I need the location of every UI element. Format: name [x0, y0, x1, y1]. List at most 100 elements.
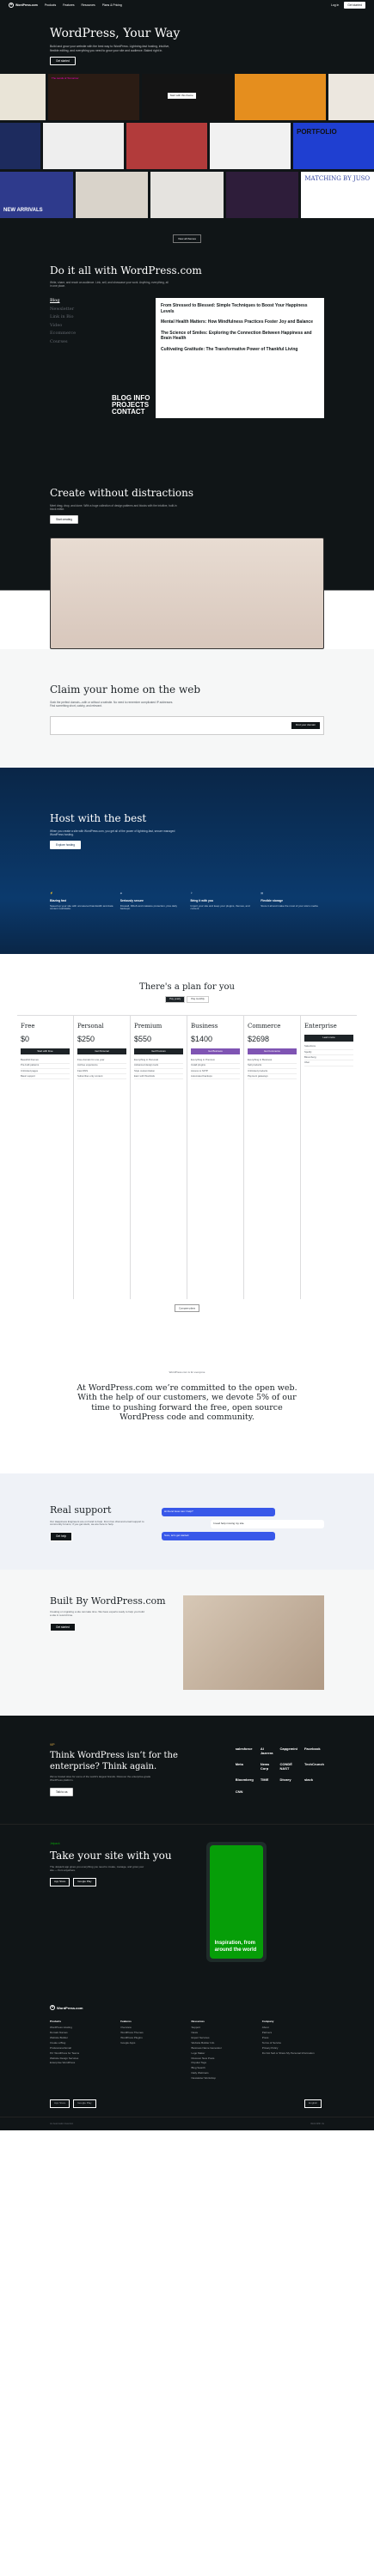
theme-tile[interactable]	[225, 172, 299, 219]
plan-feature: Uber	[304, 1060, 353, 1066]
footer-link[interactable]: Google Apps	[120, 2041, 182, 2045]
theme-tile[interactable]	[328, 74, 374, 121]
footer-column: Resources Support News Expert Services Websi…	[192, 2020, 254, 2082]
footer-link[interactable]: WordPress Hosting	[50, 2026, 112, 2030]
footer-link[interactable]: Domain Names	[50, 2031, 112, 2035]
nav-pricing[interactable]: Plans & Pricing	[102, 3, 122, 7]
tab-blog[interactable]: Blog	[50, 298, 93, 304]
theme-tile[interactable]	[43, 123, 124, 170]
footer-link[interactable]: WordPress Themes	[120, 2031, 182, 2035]
theme-tile[interactable]: PORTFOLIO	[293, 123, 374, 170]
footer-link[interactable]: Do Not Sell or Share My Personal Informa…	[262, 2051, 324, 2056]
view-themes-wrap: View all themes	[0, 229, 374, 254]
brand-logo[interactable]: W WordPress.com	[9, 3, 38, 8]
footer-logo[interactable]: W WordPress.com	[50, 2005, 324, 2011]
footer-link[interactable]: Terms of Service	[262, 2041, 324, 2045]
theme-tile[interactable]: Start with this theme	[141, 74, 233, 121]
jetpack-title: Take your site with you	[50, 1849, 172, 1862]
footer-link[interactable]: Website Builder	[50, 2036, 112, 2040]
footer-link[interactable]: Business Name Generator	[192, 2046, 254, 2050]
footer-link[interactable]: Newsletter Workshop	[192, 2076, 254, 2081]
feature-text: Import your site and keep your plugins, …	[190, 903, 250, 911]
google-play-button[interactable]: Google Play	[73, 1878, 96, 1886]
theme-tile[interactable]: NEW ARRIVALS	[0, 172, 73, 219]
work-with-us-link[interactable]: Work With Us	[310, 2123, 324, 2125]
plan-name: Business	[191, 1022, 218, 1030]
footer-link[interactable]: Expert Services	[192, 2036, 254, 2040]
footer-google-play[interactable]: Google Play	[73, 2099, 96, 2108]
theme-tile[interactable]	[126, 123, 207, 170]
footer-link[interactable]: Blog Search	[192, 2066, 254, 2070]
footer-link[interactable]: P2: WordPress for Teams	[50, 2051, 112, 2056]
find-domain-button[interactable]: Find your domain	[291, 722, 320, 730]
get-started-button[interactable]: Get started	[344, 2, 365, 9]
footer-link[interactable]: WordPress Plugins	[120, 2036, 182, 2040]
hosting-section: Host with the best When you create a sit…	[0, 768, 374, 955]
plan-button[interactable]: Learn more	[304, 1035, 353, 1042]
tab-courses[interactable]: Courses	[50, 339, 93, 345]
theme-tile[interactable]	[150, 172, 224, 219]
footer-link[interactable]: Logo Maker	[192, 2051, 254, 2056]
built-image	[182, 1595, 324, 1690]
login-link[interactable]: Log in	[331, 3, 339, 7]
footer-column-title: Company	[261, 2020, 274, 2024]
hero-button[interactable]: Get started	[50, 57, 76, 66]
footer-link[interactable]: Overview	[120, 2026, 182, 2030]
toggle-monthly[interactable]: Pay monthly	[187, 996, 209, 1003]
tab-ecommerce[interactable]: Ecommerce	[50, 331, 93, 337]
tab-link-in-bio[interactable]: Link in Bio	[50, 314, 93, 320]
tab-video[interactable]: Video	[50, 323, 93, 329]
app-store-button[interactable]: App Store	[50, 1878, 71, 1886]
toggle-yearly[interactable]: Pay yearly	[165, 996, 186, 1003]
footer-app-store[interactable]: App Store	[50, 2099, 71, 2108]
theme-tile[interactable]: MATCHING BY JUSO	[301, 172, 374, 219]
theme-tile[interactable]	[75, 172, 149, 219]
footer-link[interactable]: Website Design Services	[50, 2057, 112, 2061]
footer-link[interactable]: Support	[192, 2026, 254, 2030]
plan-button[interactable]: Get Commerce	[248, 1048, 297, 1055]
footer-link[interactable]: Discover New Posts	[192, 2057, 254, 2061]
footer-link[interactable]: Privacy Policy	[262, 2046, 324, 2050]
tab-newsletter[interactable]: Newsletter	[50, 307, 93, 313]
host-button[interactable]: Explore hosting	[50, 841, 81, 850]
footer-link[interactable]: Professional Email	[50, 2046, 112, 2050]
built-button[interactable]: Get started	[50, 1623, 76, 1632]
footer-link[interactable]: Daily Webinars	[192, 2071, 254, 2075]
footer-link[interactable]: Create a Blog	[50, 2041, 112, 2045]
plan-button[interactable]: Get Premium	[134, 1048, 183, 1055]
theme-tile[interactable]	[0, 123, 40, 170]
plan-button[interactable]: Get Business	[191, 1048, 240, 1055]
host-title: Host with the best	[50, 812, 147, 825]
vip-button[interactable]: Talk to us	[50, 1788, 74, 1797]
footer-link[interactable]: Press	[262, 2036, 324, 2040]
theme-tile[interactable]	[210, 123, 291, 170]
support-button[interactable]: Get help	[50, 1532, 73, 1541]
view-themes-button[interactable]: View all themes	[173, 234, 201, 244]
nav-products[interactable]: Products	[45, 3, 56, 7]
client-logo: Capgemini	[279, 1746, 297, 1751]
feature-item: ▤ Flexible storage Store it all and make t…	[261, 891, 324, 911]
compare-plans-button[interactable]: Compare plans	[175, 1304, 199, 1313]
footer-column: Company About Partners Press Terms of Servic…	[262, 2020, 324, 2082]
language-select[interactable]: English	[304, 2099, 322, 2108]
footer-link[interactable]: Enterprise WordPress	[50, 2062, 112, 2065]
theme-tile[interactable]: The Lands of Tomorrow	[47, 74, 139, 121]
theme-overlay-button[interactable]: Start with this theme	[167, 93, 196, 100]
plan-button[interactable]: Get Personal	[77, 1048, 126, 1055]
footer-link[interactable]: News	[192, 2031, 254, 2035]
create-button[interactable]: Start creating	[50, 515, 78, 525]
tile-label: PORTFOLIO	[297, 128, 337, 137]
footer-columns: Products WordPress Hosting Domain Names Web…	[50, 2020, 324, 2082]
nav-features[interactable]: Features	[63, 3, 74, 7]
plan-button[interactable]: Start with Free	[21, 1048, 70, 1055]
plan-feature: Automated backups	[191, 1074, 240, 1080]
automattic-link[interactable]: An Automattic Invention	[50, 2123, 73, 2125]
nav-resources[interactable]: Resources	[82, 3, 95, 7]
theme-tile[interactable]	[0, 74, 46, 121]
theme-tile[interactable]	[235, 74, 327, 121]
client-logo: CNN	[235, 1789, 243, 1794]
footer-link[interactable]: Popular Tags	[192, 2062, 254, 2065]
footer-link[interactable]: Website Builder Info	[192, 2041, 254, 2045]
footer-link[interactable]: About	[262, 2026, 324, 2030]
footer-link[interactable]: Partners	[262, 2031, 324, 2035]
